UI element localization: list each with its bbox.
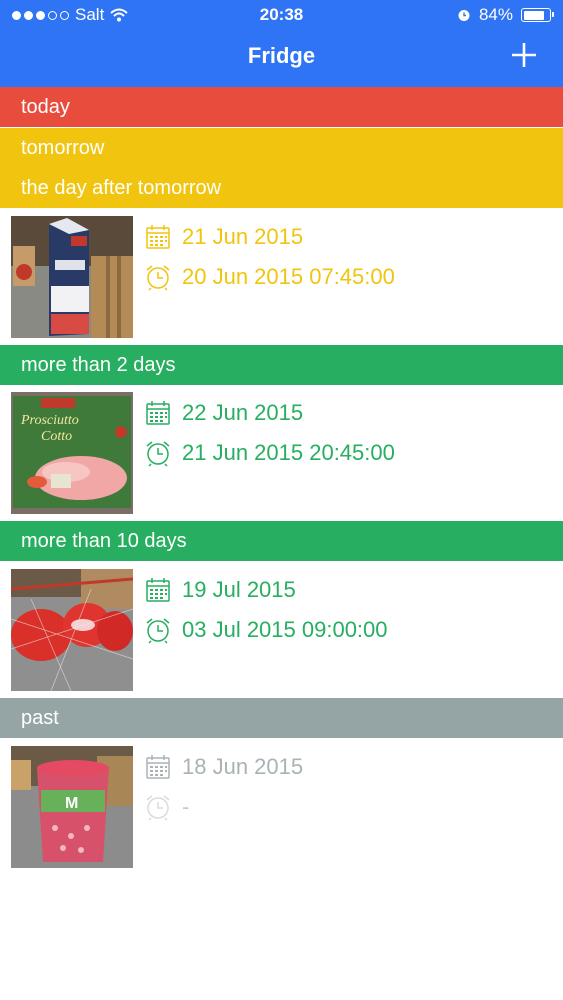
milk-carton-image [11, 216, 133, 338]
reminder-row: 20 Jun 2015 07:45:00 [144, 261, 395, 293]
list-item[interactable]: M 18 Jun 2015 - [0, 739, 563, 875]
svg-text:Cotto: Cotto [41, 429, 72, 444]
expiry-date-row: 21 Jun 2015 [144, 221, 303, 253]
expiry-date-row: 18 Jun 2015 [144, 751, 303, 783]
alarm-clock-icon [146, 795, 170, 821]
expiry-date: 18 Jun 2015 [182, 754, 304, 779]
alarm-clock-icon [146, 618, 170, 644]
list-item[interactable]: 19 Jul 2015 03 Jul 2015 09:00:00 [0, 562, 563, 698]
svg-text:M: M [65, 795, 78, 812]
section-header-today: today [0, 87, 563, 127]
reminder-datetime: 20 Jun 2015 07:45:00 [182, 264, 395, 289]
prosciutto-package-image: Prosciutto Cotto [11, 392, 133, 514]
yogurt-cup-image: M [11, 746, 133, 868]
food-photo-thumbnail [11, 569, 133, 691]
battery-fill [523, 10, 544, 20]
status-bar: Salt 20:38 84% [0, 0, 563, 32]
food-photo-thumbnail: M [11, 746, 133, 868]
expiry-date: 22 Jun 2015 [182, 400, 304, 425]
reminder-row: 21 Jun 2015 20:45:00 [144, 437, 395, 469]
section-header-more-than-2-days: more than 2 days [0, 345, 563, 385]
food-photo-thumbnail [11, 216, 133, 338]
alarm-clock-icon [458, 10, 470, 21]
alarm-clock-icon [146, 441, 170, 467]
battery-percentage: 84% [478, 5, 513, 24]
expiry-date: 21 Jun 2015 [182, 224, 304, 249]
section-header-past: past [0, 698, 563, 738]
calendar-icon [146, 401, 170, 425]
expiry-date-row: 22 Jun 2015 [144, 397, 303, 429]
list-item[interactable]: Prosciutto Cotto 22 Jun 2015 21 Jun 2015… [0, 385, 563, 521]
reminder-datetime: 03 Jul 2015 09:00:00 [182, 617, 388, 642]
section-header-tomorrow: tomorrow [0, 128, 563, 168]
calendar-icon [146, 578, 170, 602]
list-item[interactable]: 21 Jun 2015 20 Jun 2015 07:45:00 [0, 209, 563, 345]
reminder-row: - [144, 791, 189, 823]
battery-icon [521, 8, 554, 22]
reminder-datetime: - [182, 794, 190, 819]
expiry-date-row: 19 Jul 2015 [144, 574, 296, 606]
page-title: Fridge [247, 43, 316, 68]
calendar-icon [146, 225, 170, 249]
reminder-row: 03 Jul 2015 09:00:00 [144, 614, 388, 646]
section-header-more-than-10-days: more than 10 days [0, 521, 563, 561]
food-photo-thumbnail: Prosciutto Cotto [11, 392, 133, 514]
svg-text:Prosciutto: Prosciutto [20, 413, 79, 428]
reminder-datetime: 21 Jun 2015 20:45:00 [182, 440, 395, 465]
expiry-date: 19 Jul 2015 [182, 577, 296, 602]
calendar-icon [146, 755, 170, 779]
alarm-clock-icon [146, 265, 170, 291]
section-header-day-after-tomorrow: the day after tomorrow [0, 168, 563, 208]
navigation-bar: Salt 20:38 84% Fridge [0, 0, 563, 87]
babybel-cheese-image [11, 569, 133, 691]
plus-icon[interactable] [511, 42, 537, 68]
